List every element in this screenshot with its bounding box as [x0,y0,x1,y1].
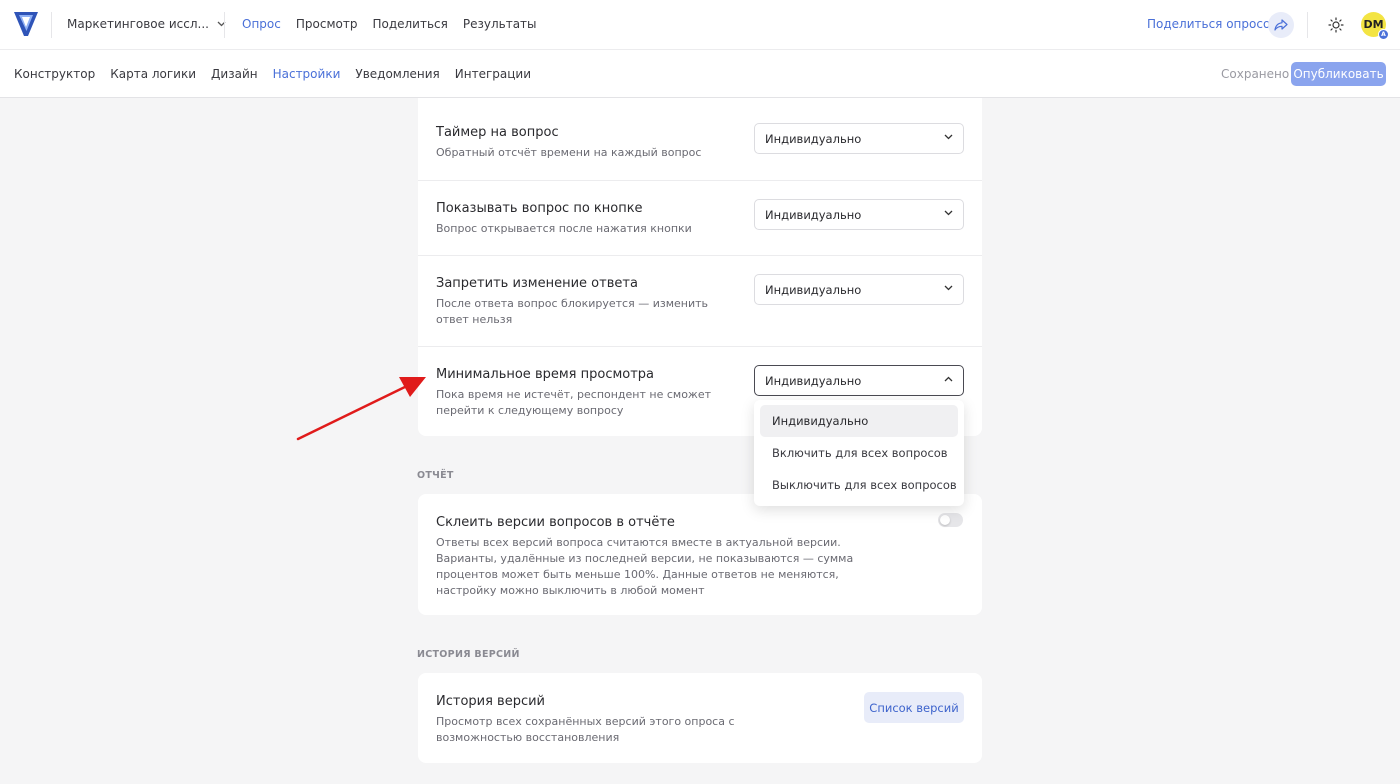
timer-select[interactable]: Индивидуально [754,123,964,154]
chevron-up-icon [944,376,953,382]
dropdown-option-individual[interactable]: Индивидуально [760,405,958,437]
sub-bar: Конструктор Карта логики Дизайн Настройк… [0,50,1400,98]
setting-title: Запретить изменение ответа [436,276,638,291]
nav-results[interactable]: Результаты [463,17,537,31]
section-label-report: ОТЧЁТ [417,470,454,481]
avatar-badge: A [1378,29,1389,40]
setting-row: Запретить изменение ответа После ответа … [418,255,982,346]
publish-button[interactable]: Опубликовать [1291,62,1386,86]
settings-card: Таймер на вопрос Обратный отсчёт времени… [418,98,982,436]
setting-description: Обратный отсчёт времени на каждый вопрос [436,146,702,159]
setting-title: Таймер на вопрос [436,125,559,140]
survey-selector[interactable]: Маркетинговое иссл... [67,17,226,31]
saved-status: Сохранено [1221,67,1290,81]
select-value: Индивидуально [765,373,862,388]
setting-description: После ответа вопрос блокируется — измени… [436,297,708,326]
share-button[interactable] [1268,12,1294,38]
divider [51,12,52,38]
version-list-button[interactable]: Список версий [864,692,964,723]
dropdown-option-disable-all[interactable]: Выключить для всех вопросов [760,469,958,501]
sun-icon [1328,17,1344,33]
section-label-history: ИСТОРИЯ ВЕРСИЙ [417,649,520,660]
nav-survey[interactable]: Опрос [242,17,281,31]
share-arrow-icon [1274,19,1288,31]
main-nav: Опрос Просмотр Поделиться Результаты [242,17,537,31]
setting-title: Минимальное время просмотра [436,367,655,382]
top-bar: Маркетинговое иссл... Опрос Просмотр Под… [0,0,1400,50]
tab-settings[interactable]: Настройки [273,67,341,81]
merge-versions-toggle[interactable] [938,513,963,527]
setting-row: Таймер на вопрос Обратный отсчёт времени… [418,98,982,180]
tab-integrations[interactable]: Интеграции [455,67,531,81]
select-value: Индивидуально [765,207,862,222]
report-card: Склеить версии вопросов в отчёте Ответы … [418,494,982,615]
select-value: Индивидуально [765,131,862,146]
setting-title: История версий [436,694,546,709]
share-survey-link[interactable]: Поделиться опросом [1147,17,1279,31]
chevron-down-icon [944,285,953,291]
tab-logic-map[interactable]: Карта логики [110,67,196,81]
survey-name: Маркетинговое иссл... [67,17,209,31]
lock-answer-select[interactable]: Индивидуально [754,274,964,305]
select-dropdown-menu: Индивидуально Включить для всех вопросов… [754,400,964,506]
divider [224,12,225,38]
tab-notifications[interactable]: Уведомления [355,67,439,81]
show-by-button-select[interactable]: Индивидуально [754,199,964,230]
setting-row: Показывать вопрос по кнопке Вопрос откры… [418,180,982,255]
history-card: История версий Просмотр всех сохранённых… [418,673,982,763]
chevron-down-icon [944,210,953,216]
settings-tabs: Конструктор Карта логики Дизайн Настройк… [14,67,531,81]
setting-description: Вопрос открывается после нажатия кнопки [436,222,692,235]
nav-preview[interactable]: Просмотр [296,17,358,31]
tab-constructor[interactable]: Конструктор [14,67,95,81]
min-view-time-select[interactable]: Индивидуально [754,365,964,396]
divider [1307,12,1308,38]
avatar[interactable]: DM A [1361,12,1389,40]
setting-description: Ответы всех версий вопроса считаются вме… [436,536,854,597]
select-value: Индивидуально [765,282,862,297]
toggle-knob [940,515,950,525]
dropdown-option-enable-all[interactable]: Включить для всех вопросов [760,437,958,469]
theme-toggle[interactable] [1326,15,1346,35]
tab-design[interactable]: Дизайн [211,67,258,81]
nav-share[interactable]: Поделиться [372,17,447,31]
setting-title: Показывать вопрос по кнопке [436,201,643,216]
setting-description: Пока время не истечёт, респондент не смо… [436,388,712,417]
app-logo-icon[interactable] [13,10,39,38]
setting-title: Склеить версии вопросов в отчёте [436,515,675,530]
chevron-down-icon [944,134,953,140]
setting-description: Просмотр всех сохранённых версий этого о… [436,715,735,744]
